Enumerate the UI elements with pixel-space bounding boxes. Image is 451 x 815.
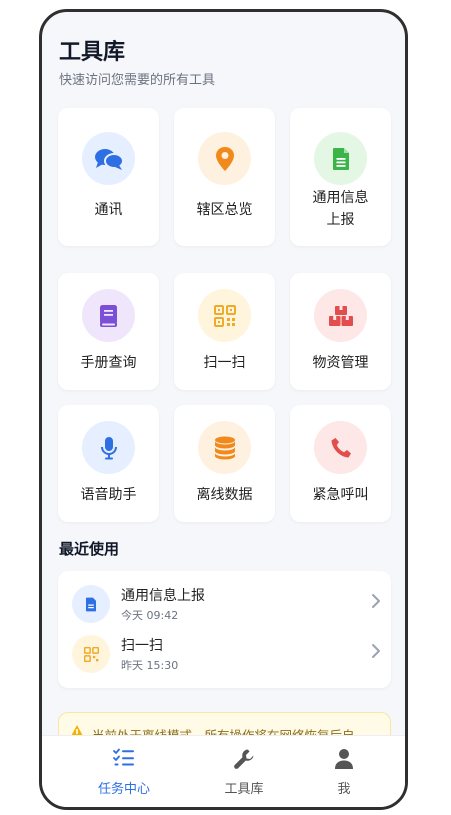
offline-notice-text: 当前处于离线模式，所有操作将在网络恢复后自: [92, 725, 355, 735]
tool-label: 离线数据: [196, 487, 253, 503]
database-icon: [198, 421, 251, 474]
offline-notice: 当前处于离线模式，所有操作将在网络恢复后自: [58, 712, 391, 735]
document-icon: [314, 132, 367, 185]
user-icon: [334, 748, 354, 774]
tool-label: 通讯: [94, 202, 123, 218]
tool-label: 物资管理: [312, 355, 369, 371]
recent-list: 通用信息上报 今天 09:42 扫一扫 昨天 15:30: [58, 571, 391, 688]
qr-code-icon: [72, 635, 110, 673]
tool-tile-manual[interactable]: 手册查询: [58, 273, 159, 390]
warning-icon: [69, 724, 85, 735]
task-list-icon: [113, 748, 135, 772]
recent-item[interactable]: 扫一扫 昨天 15:30: [58, 629, 391, 679]
page-subtitle: 快速访问您需要的所有工具: [59, 73, 216, 88]
recent-item-time: 今天 09:42: [121, 609, 179, 622]
tool-label: 手册查询: [80, 355, 137, 371]
recent-section-title: 最近使用: [59, 540, 120, 558]
tool-label: 语音助手: [80, 487, 137, 503]
tab-task-center[interactable]: 任务中心: [64, 736, 184, 807]
phone-frame: 工具库 快速访问您需要的所有工具 通讯 辖区总览 通用信息 上报 手册查询 扫一…: [39, 9, 408, 810]
tool-label-line1: 通用信息: [312, 190, 369, 206]
recent-item-name: 扫一扫: [121, 638, 163, 654]
tab-me[interactable]: 我: [284, 736, 404, 807]
tool-tile-communication[interactable]: 通讯: [58, 108, 159, 246]
map-pin-icon: [198, 132, 251, 185]
document-icon: [72, 585, 110, 623]
tool-label: 扫一扫: [203, 355, 246, 371]
chevron-right-icon: [371, 643, 381, 663]
bottom-tab-bar: 任务中心 工具库 我: [42, 735, 405, 807]
tool-label: 辖区总览: [196, 202, 253, 218]
qr-code-icon: [198, 289, 251, 342]
chat-bubbles-icon: [82, 132, 135, 185]
tool-tile-scan[interactable]: 扫一扫: [174, 273, 275, 390]
recent-item-time: 昨天 15:30: [121, 659, 179, 672]
tab-label: 任务中心: [97, 782, 150, 797]
tool-tile-district-overview[interactable]: 辖区总览: [174, 108, 275, 246]
tool-tile-emergency-call[interactable]: 紧急呼叫: [290, 405, 391, 522]
tool-label-line2: 上报: [326, 212, 355, 228]
book-icon: [82, 289, 135, 342]
tool-tile-offline-data[interactable]: 离线数据: [174, 405, 275, 522]
tool-tile-voice-assistant[interactable]: 语音助手: [58, 405, 159, 522]
recent-item[interactable]: 通用信息上报 今天 09:42: [58, 579, 391, 629]
tool-tile-info-report[interactable]: 通用信息 上报: [290, 108, 391, 246]
tool-tile-supplies[interactable]: 物资管理: [290, 273, 391, 390]
scroll-content[interactable]: 工具库 快速访问您需要的所有工具 通讯 辖区总览 通用信息 上报 手册查询 扫一…: [42, 12, 405, 735]
tool-label: 紧急呼叫: [312, 487, 369, 503]
microphone-icon: [82, 421, 135, 474]
chevron-right-icon: [371, 593, 381, 613]
recent-item-name: 通用信息上报: [121, 588, 205, 604]
tab-label: 我: [337, 782, 351, 797]
boxes-icon: [314, 289, 367, 342]
wrench-icon: [233, 748, 255, 774]
phone-icon: [314, 421, 367, 474]
page-title: 工具库: [59, 40, 126, 65]
